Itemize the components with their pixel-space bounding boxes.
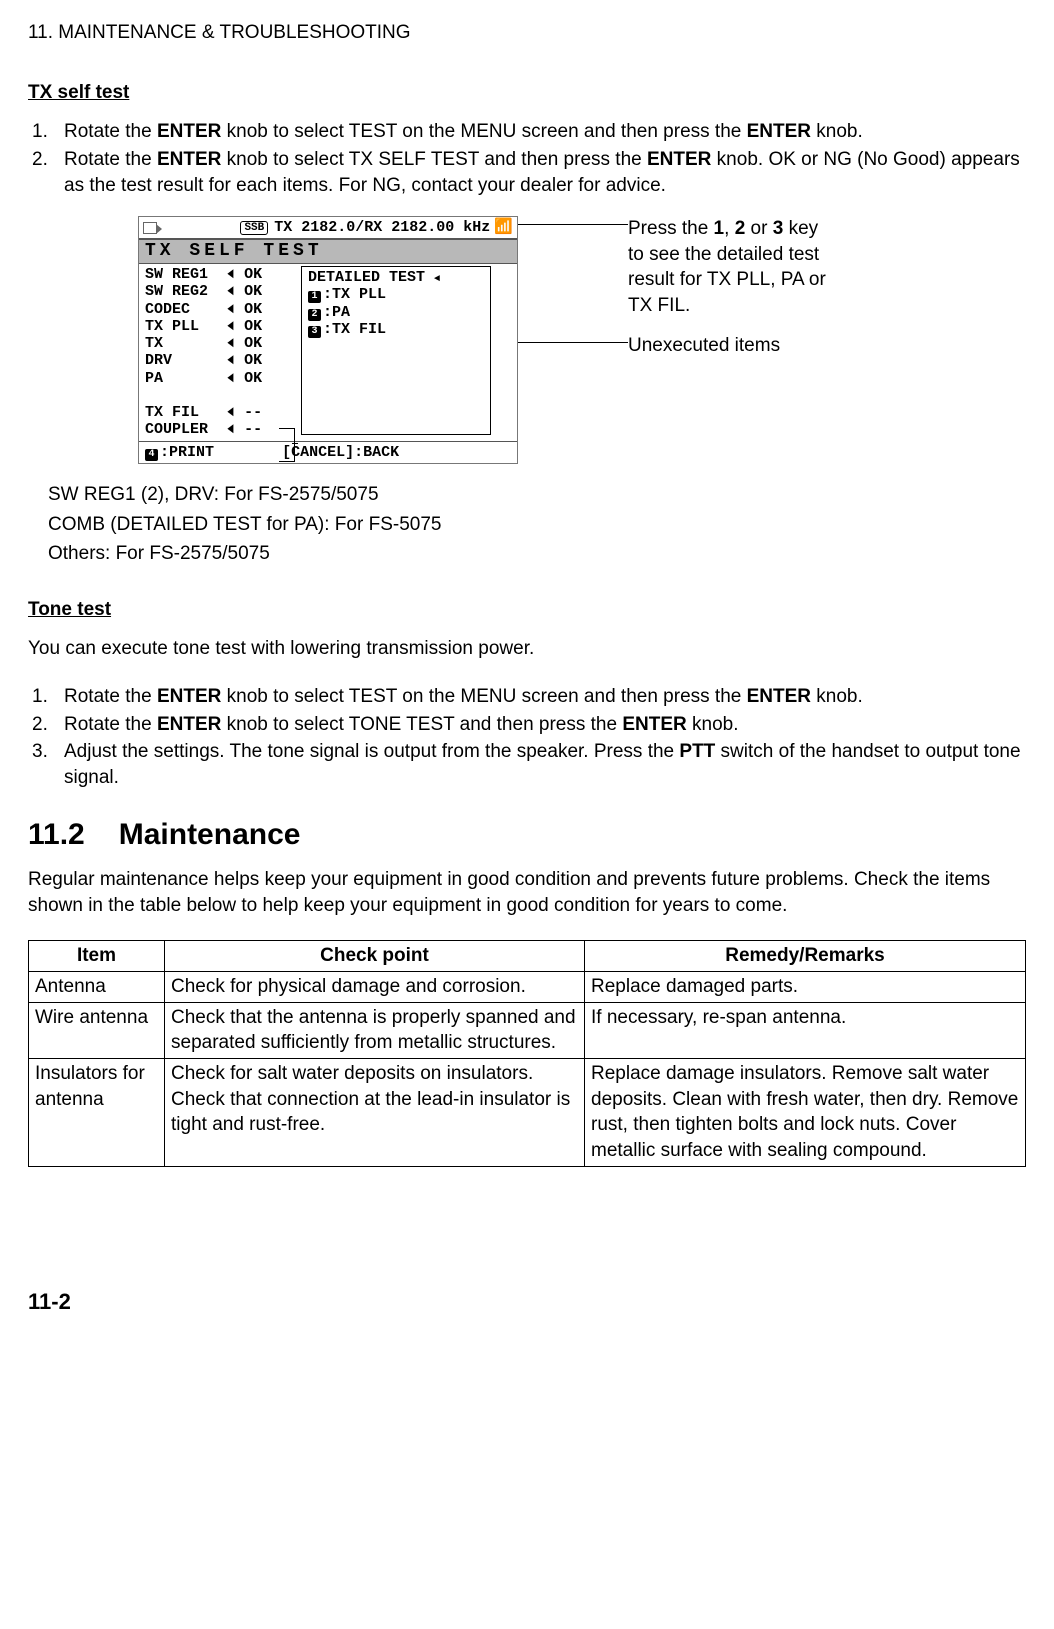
step-number: 2. xyxy=(28,712,64,738)
step-number: 3. xyxy=(28,739,64,790)
tone-test-heading: Tone test xyxy=(28,597,1026,623)
tone-test-intro: You can execute tone test with lowering … xyxy=(28,636,1026,662)
tone-test-steps: 1. Rotate the ENTER knob to select TEST … xyxy=(28,684,1026,791)
enter-knob: ENTER xyxy=(647,149,711,170)
enter-knob: ENTER xyxy=(157,686,221,707)
enter-knob: ENTER xyxy=(157,149,221,170)
note-line: SW REG1 (2), DRV: For FS-2575/5075 xyxy=(48,482,1026,508)
section-title: Maintenance xyxy=(119,818,301,851)
enter-knob: ENTER xyxy=(747,686,811,707)
note-line: Others: For FS-2575/5075 xyxy=(48,541,1026,567)
list-item: 2. Rotate the ENTER knob to select TX SE… xyxy=(28,147,1026,198)
text: knob to select TEST on the MENU screen a… xyxy=(221,121,746,142)
col-remedy: Remedy/Remarks xyxy=(585,941,1026,972)
text: Rotate the xyxy=(64,149,157,170)
step-number: 2. xyxy=(28,147,64,198)
cell-item: Insulators for antenna xyxy=(29,1059,165,1167)
list-item: 1. Rotate the ENTER knob to select TEST … xyxy=(28,684,1026,710)
cell-check: Check for salt water deposits on insulat… xyxy=(165,1059,585,1167)
test-row: TX PLL ◄ OK xyxy=(145,318,301,335)
test-row: TX FIL ◄ -- xyxy=(145,404,301,421)
list-item: 2. Rotate the ENTER knob to select TONE … xyxy=(28,712,1026,738)
test-row: SW REG2 ◄ OK xyxy=(145,283,301,300)
detailed-test-item: 1:TX PLL xyxy=(308,286,490,303)
detailed-test-item: 2:PA xyxy=(308,304,490,321)
model-notes: SW REG1 (2), DRV: For FS-2575/5075 COMB … xyxy=(48,482,1026,567)
table-header-row: Item Check point Remedy/Remarks xyxy=(29,941,1026,972)
tx-self-test-steps: 1. Rotate the ENTER knob to select TEST … xyxy=(28,119,1026,198)
lcd-footer: 4:PRINT [CANCEL]:BACK xyxy=(139,441,517,463)
step-number: 1. xyxy=(28,684,64,710)
cell-item: Antenna xyxy=(29,972,165,1003)
maintenance-heading: 11.2 Maintenance xyxy=(28,815,1026,856)
key-4-icon: 4 xyxy=(145,449,158,461)
leader-line-icon xyxy=(518,224,628,225)
lcd-screen: SSB TX 2182.0/RX 2182.00 kHz 📶 TX SELF T… xyxy=(138,216,518,464)
note-line: COMB (DETAILED TEST for PA): For FS-5075 xyxy=(48,512,1026,538)
lcd-title: TX SELF TEST xyxy=(139,240,517,264)
test-row-blank xyxy=(145,387,301,404)
detailed-test-title: DETAILED TEST ◄ xyxy=(308,269,490,286)
table-row: Insulators for antenna Check for salt wa… xyxy=(29,1059,1026,1167)
key-3-icon: 3 xyxy=(308,326,321,338)
cell-remedy: Replace damage insulators. Remove salt w… xyxy=(585,1059,1026,1167)
key-2-icon: 2 xyxy=(308,309,321,321)
ptt-switch: PTT xyxy=(679,741,715,762)
leader-line-icon xyxy=(518,342,628,343)
test-row: COUPLER ◄ -- xyxy=(145,421,301,438)
chapter-header: 11. MAINTENANCE & TROUBLESHOOTING xyxy=(28,20,1026,46)
enter-knob: ENTER xyxy=(157,121,221,142)
detailed-test-panel: DETAILED TEST ◄ 1:TX PLL 2:PA 3:TX FIL xyxy=(301,266,491,435)
col-item: Item xyxy=(29,941,165,972)
key-1-icon: 1 xyxy=(308,291,321,303)
test-row: DRV ◄ OK xyxy=(145,352,301,369)
lcd-frequency: TX 2182.0/RX 2182.00 kHz xyxy=(274,219,490,236)
cancel-back-label: [CANCEL]:BACK xyxy=(282,444,399,461)
test-row: PA ◄ OK xyxy=(145,370,301,387)
test-row: CODEC ◄ OK xyxy=(145,301,301,318)
list-item: 3. Adjust the settings. The tone signal … xyxy=(28,739,1026,790)
test-result-list: SW REG1 ◄ OK SW REG2 ◄ OK CODEC ◄ OK TX … xyxy=(145,266,301,439)
step-number: 1. xyxy=(28,119,64,145)
table-row: Antenna Check for physical damage and co… xyxy=(29,972,1026,1003)
test-row: SW REG1 ◄ OK xyxy=(145,266,301,283)
maintenance-table: Item Check point Remedy/Remarks Antenna … xyxy=(28,940,1026,1166)
brace-icon xyxy=(279,428,295,462)
enter-knob: ENTER xyxy=(622,714,686,735)
speaker-icon xyxy=(143,222,157,234)
cell-check: Check that the antenna is properly spann… xyxy=(165,1002,585,1058)
cell-item: Wire antenna xyxy=(29,1002,165,1058)
col-check: Check point xyxy=(165,941,585,972)
signal-icon: 📶 xyxy=(494,219,513,236)
text: Rotate the xyxy=(64,121,157,142)
maintenance-intro: Regular maintenance helps keep your equi… xyxy=(28,867,1026,918)
ssb-badge: SSB xyxy=(240,221,268,236)
cell-check: Check for physical damage and corrosion. xyxy=(165,972,585,1003)
lcd-figure: SSB TX 2182.0/RX 2182.00 kHz 📶 TX SELF T… xyxy=(138,216,1026,464)
test-row: TX ◄ OK xyxy=(145,335,301,352)
text: knob to select TX SELF TEST and then pre… xyxy=(221,149,647,170)
callout-detailed-test: Press the 1, 2 or 3 key to see the detai… xyxy=(628,216,838,319)
section-number: 11.2 xyxy=(28,818,85,851)
lcd-top-bar: SSB TX 2182.0/RX 2182.00 kHz 📶 xyxy=(139,217,517,240)
enter-knob: ENTER xyxy=(157,714,221,735)
cell-remedy: Replace damaged parts. xyxy=(585,972,1026,1003)
table-row: Wire antenna Check that the antenna is p… xyxy=(29,1002,1026,1058)
callout-unexecuted: Unexecuted items xyxy=(628,333,838,359)
page-number: 11-2 xyxy=(28,1287,1026,1317)
text: knob. xyxy=(811,121,863,142)
list-item: 1. Rotate the ENTER knob to select TEST … xyxy=(28,119,1026,145)
cell-remedy: If necessary, re-span antenna. xyxy=(585,1002,1026,1058)
enter-knob: ENTER xyxy=(747,121,811,142)
tx-self-test-heading: TX self test xyxy=(28,80,1026,106)
figure-callouts: Press the 1, 2 or 3 key to see the detai… xyxy=(628,216,838,362)
detailed-test-item: 3:TX FIL xyxy=(308,321,490,338)
